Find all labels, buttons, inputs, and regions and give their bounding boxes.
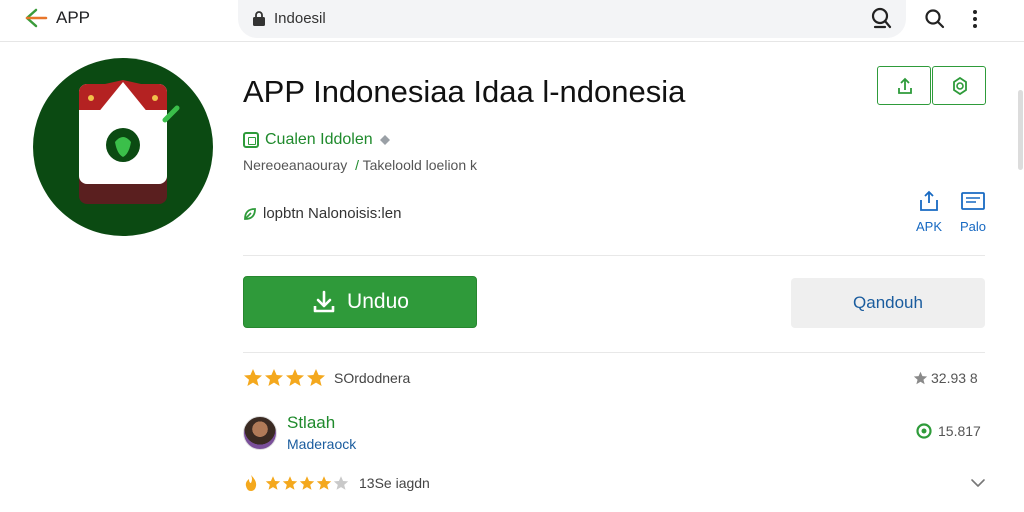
meta-suffix: Takeloold loelion k — [362, 157, 478, 173]
back-arrow-icon[interactable] — [22, 6, 50, 30]
address-bar[interactable]: Indoesil — [238, 0, 906, 38]
star-icon — [307, 369, 325, 386]
review-count: 15.817 — [916, 423, 981, 439]
pdf-label: Palo — [959, 219, 987, 234]
star-rating — [243, 368, 326, 387]
verified-icon — [379, 135, 390, 145]
rating-label: SOrdodnera — [334, 369, 411, 386]
app-label: APP — [56, 8, 91, 27]
category-label[interactable]: lopbtn Nalonoisis:len — [263, 205, 401, 222]
developer-name[interactable]: Cualen Iddolen — [265, 131, 373, 149]
url-text[interactable]: Indoesil — [274, 10, 326, 27]
download-icon — [313, 290, 335, 313]
apk-icon — [920, 190, 938, 211]
chevron-down-icon[interactable] — [970, 477, 986, 489]
divider — [243, 352, 985, 353]
download-button[interactable]: Unduo — [243, 276, 477, 328]
app-logo — [33, 58, 213, 236]
settings-icon — [953, 76, 967, 96]
star-icon — [286, 369, 304, 386]
reviewer-name[interactable]: Stlaah — [287, 413, 356, 433]
pdf-button[interactable]: Palo — [954, 190, 992, 234]
download-button-label: Unduo — [347, 290, 409, 313]
settings-button[interactable] — [932, 66, 986, 105]
meta-row: Nereoeanaouray / Takeloold loelion k — [243, 157, 477, 173]
review-count-value: 15.817 — [938, 423, 981, 439]
search-icon[interactable] — [870, 7, 894, 31]
leaf-icon — [244, 207, 256, 220]
meta-separator-icon: / — [351, 157, 359, 173]
rating-label: 13Se iagdn — [359, 475, 430, 491]
scrollbar[interactable] — [1016, 42, 1024, 512]
reviewer[interactable]: Stlaah Maderaock — [243, 413, 356, 452]
share-icon — [898, 77, 912, 94]
star-icon — [244, 369, 262, 386]
divider — [243, 255, 985, 256]
search-icon[interactable] — [923, 7, 945, 29]
star-rating — [265, 475, 349, 491]
lock-icon — [253, 11, 265, 26]
app-title: APP Indonesiaa Idaa l-ndonesia — [243, 74, 686, 109]
rating-row: SOrdodnera — [243, 368, 410, 387]
pdf-icon — [961, 192, 985, 210]
secondary-button-label: Qandouh — [853, 293, 923, 312]
avatar[interactable] — [243, 415, 277, 450]
rating-row: 13Se iagdn — [243, 474, 430, 492]
category-row[interactable]: lopbtn Nalonoisis:len — [243, 205, 401, 222]
secondary-button[interactable]: Qandouh — [791, 278, 985, 328]
more-vert-icon[interactable] — [966, 8, 984, 30]
reviewer-subtitle[interactable]: Maderaock — [287, 436, 356, 452]
status-dot-icon — [916, 423, 932, 439]
app-logo-graphic — [79, 80, 180, 204]
star-icon — [299, 476, 315, 490]
star-icon — [316, 476, 332, 490]
rating-score: 32.93 8 — [913, 370, 978, 386]
apk-label: APK — [915, 219, 942, 234]
rating-score-value: 32.93 8 — [931, 370, 978, 386]
developer-badge-icon — [243, 132, 259, 148]
meta-prefix: Nereoeanaouray — [243, 157, 348, 173]
reviewer-text: Stlaah Maderaock — [287, 413, 356, 452]
star-icon — [282, 476, 298, 490]
share-button[interactable] — [877, 66, 931, 105]
fire-icon — [245, 475, 257, 491]
scroll-thumb[interactable] — [1018, 90, 1023, 170]
star-icon — [913, 371, 928, 385]
star-icon — [265, 369, 283, 386]
developer-row[interactable]: Cualen Iddolen — [243, 130, 391, 150]
apk-button[interactable]: APK — [908, 190, 950, 234]
star-icon — [333, 476, 349, 490]
top-bar: APP Indoesil — [0, 0, 1024, 42]
star-icon — [265, 476, 281, 490]
